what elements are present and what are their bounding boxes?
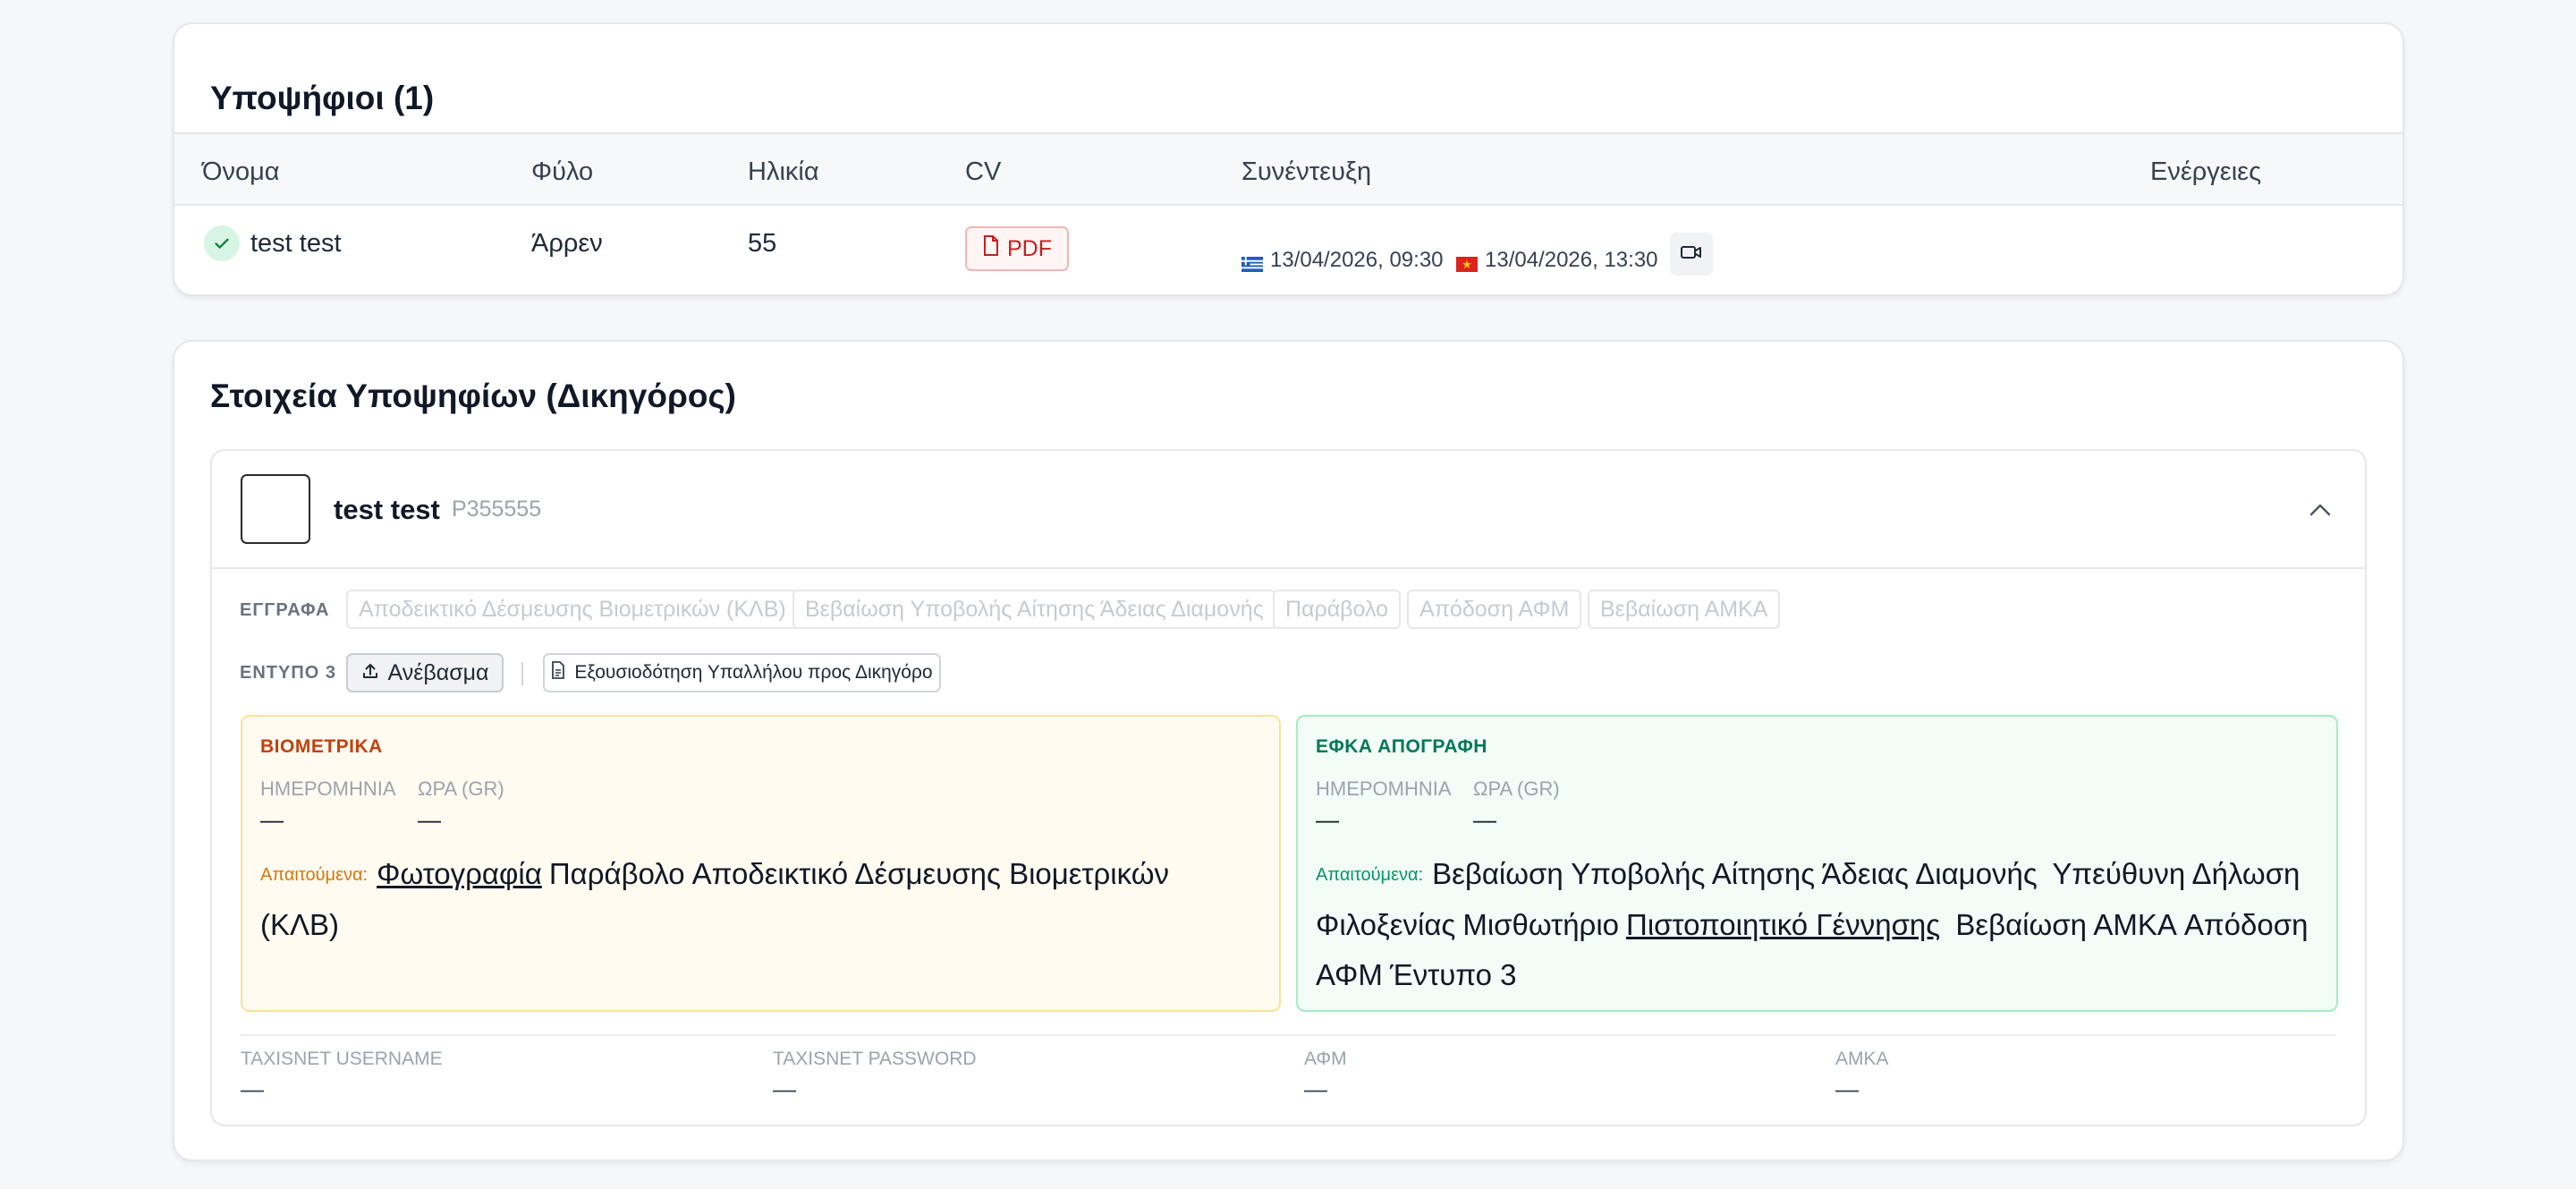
candidate-gender: Άρρεν (531, 229, 603, 258)
column-header-cv: CV (965, 157, 1002, 186)
candidate-panel-name: test test (334, 494, 440, 525)
authorization-label: Εξουσιοδότηση Υπαλλήλου προς Δικηγόρο (574, 662, 933, 683)
interview-gr-text: 13/04/2026, 09:30 (1270, 248, 1444, 272)
interview-time-vn: 13/04/2026, 13:30 (1456, 248, 1658, 273)
divider (521, 662, 523, 685)
required-doc: Βεβαίωση ΑΜΚΑ (1955, 908, 2177, 941)
biometrics-title: ΒΙΟΜΕΤΡΙΚΑ (260, 736, 383, 757)
required-doc: Παράβολο (548, 857, 685, 890)
form3-label: ΕΝΤΥΠΟ 3 (240, 663, 337, 683)
video-camera-icon (1680, 243, 1703, 266)
document-chip[interactable]: Απόδοση ΑΦΜ (1407, 590, 1582, 629)
column-header-name: Όνομα (202, 157, 280, 186)
efka-time-label: ΩΡΑ (GR) (1473, 777, 1560, 800)
check-icon (204, 225, 240, 261)
candidate-panel-header[interactable]: test test P355555 (212, 451, 2365, 569)
amka-label: ΑΜΚΑ (1835, 1049, 1889, 1069)
candidate-details-card: Στοιχεία Υποψηφίων (Δικηγόρος) test test… (173, 340, 2404, 1161)
candidate-name[interactable]: test test (250, 229, 342, 259)
candidates-card: Υποψήφιοι (1) Όνομα Φύλο Ηλικία CV Συνέν… (173, 22, 2404, 296)
afm-label: ΑΦΜ (1304, 1049, 1347, 1069)
document-chip[interactable]: Βεβαίωση Υποβολής Αίτησης Άδειας Διαμονή… (792, 590, 1276, 629)
biometrics-time-label: ΩΡΑ (GR) (418, 777, 504, 800)
column-header-age: Ηλικία (748, 157, 819, 186)
biometrics-time-value: — (418, 806, 441, 833)
interview-vn-text: 13/04/2026, 13:30 (1485, 248, 1658, 272)
cv-pdf-button[interactable]: PDF (965, 226, 1069, 271)
document-icon (551, 661, 565, 684)
afm-value: — (1304, 1075, 1327, 1102)
document-chip[interactable]: Βεβαίωση ΑΜΚΑ (1588, 590, 1781, 629)
required-label: Απαιτούμενα: (1316, 865, 1424, 885)
authorization-document-button[interactable]: Εξουσιοδότηση Υπαλλήλου προς Δικηγόρο (543, 653, 941, 692)
efka-required-list: Απαιτούμενα: Βεβαίωση Υποβολής Αίτησης Άδ… (1316, 849, 2320, 1000)
biometrics-date-label: ΗΜΕΡΟΜΗΝΙΑ (260, 777, 396, 800)
upload-label: Ανέβασμα (387, 659, 489, 685)
taxisnet-username-value: — (241, 1075, 264, 1102)
document-chip[interactable]: Παράβολο (1273, 590, 1402, 629)
candidate-panel: test test P355555 ΕΓΓΡΑΦΑ Αποδεικτικό Δέ… (210, 449, 2367, 1126)
required-doc-link[interactable]: Πιστοποιητικό Γέννησης (1626, 908, 1940, 941)
column-header-actions: Ενέργειες (2150, 157, 2262, 186)
column-header-gender: Φύλο (531, 157, 594, 186)
efka-panel: ΕΦΚΑ ΑΠΟΓΡΑΦΗ ΗΜΕΡΟΜΗΝΙΑ ΩΡΑ (GR) — — Απ… (1296, 715, 2338, 1012)
biometrics-required-list: Απαιτούμενα: Φωτογραφία Παράβολο Αποδεικτικ… (260, 849, 1263, 950)
efka-date-value: — (1316, 806, 1339, 833)
vietnam-flag-icon (1456, 253, 1478, 272)
candidate-age: 55 (748, 229, 777, 258)
required-doc: Μισθωτήριο (1462, 908, 1620, 941)
candidates-title: Υποψήφιοι (1) (210, 80, 435, 116)
divider (241, 1034, 2336, 1036)
required-doc: Έντυπο 3 (1389, 958, 1517, 991)
taxisnet-password-value: — (773, 1075, 796, 1102)
table-header: Όνομα Φύλο Ηλικία CV Συνέντευξη Ενέργειε… (174, 132, 2402, 206)
required-label: Απαιτούμενα: (260, 865, 369, 885)
taxisnet-username-label: TAXISNET USERNAME (241, 1049, 443, 1069)
upload-button[interactable]: Ανέβασμα (346, 653, 504, 692)
required-doc-link[interactable]: Φωτογραφία (377, 857, 542, 890)
taxisnet-password-label: TAXISNET PASSWORD (773, 1049, 977, 1069)
efka-time-value: — (1473, 806, 1496, 833)
candidate-passport-id: P355555 (452, 497, 542, 522)
interview-time-gr: 13/04/2026, 09:30 (1241, 248, 1444, 273)
avatar (241, 474, 310, 544)
pdf-label: PDF (1007, 235, 1052, 261)
file-icon (982, 234, 1000, 263)
efka-date-label: ΗΜΕΡΟΜΗΝΙΑ (1316, 777, 1452, 800)
details-title: Στοιχεία Υποψηφίων (Δικηγόρος) (210, 378, 737, 414)
chevron-up-icon[interactable] (2302, 492, 2338, 528)
greece-flag-icon (1241, 253, 1263, 272)
upload-icon (361, 660, 379, 686)
video-call-button[interactable] (1670, 233, 1713, 276)
required-doc: Βεβαίωση Υποβολής Αίτησης Άδειας Διαμονή… (1432, 857, 2038, 890)
document-chip[interactable]: Αποδεικτικό Δέσμευσης Βιομετρικών (ΚΛΒ) (346, 590, 799, 629)
documents-label: ΕΓΓΡΑΦΑ (240, 600, 330, 620)
efka-title: ΕΦΚΑ ΑΠΟΓΡΑΦΗ (1316, 736, 1487, 757)
column-header-interview: Συνέντευξη (1241, 157, 1372, 186)
biometrics-date-value: — (260, 806, 284, 833)
amka-value: — (1835, 1075, 1859, 1102)
biometrics-panel: ΒΙΟΜΕΤΡΙΚΑ ΗΜΕΡΟΜΗΝΙΑ ΩΡΑ (GR) — — Απαιτ… (241, 715, 1281, 1012)
